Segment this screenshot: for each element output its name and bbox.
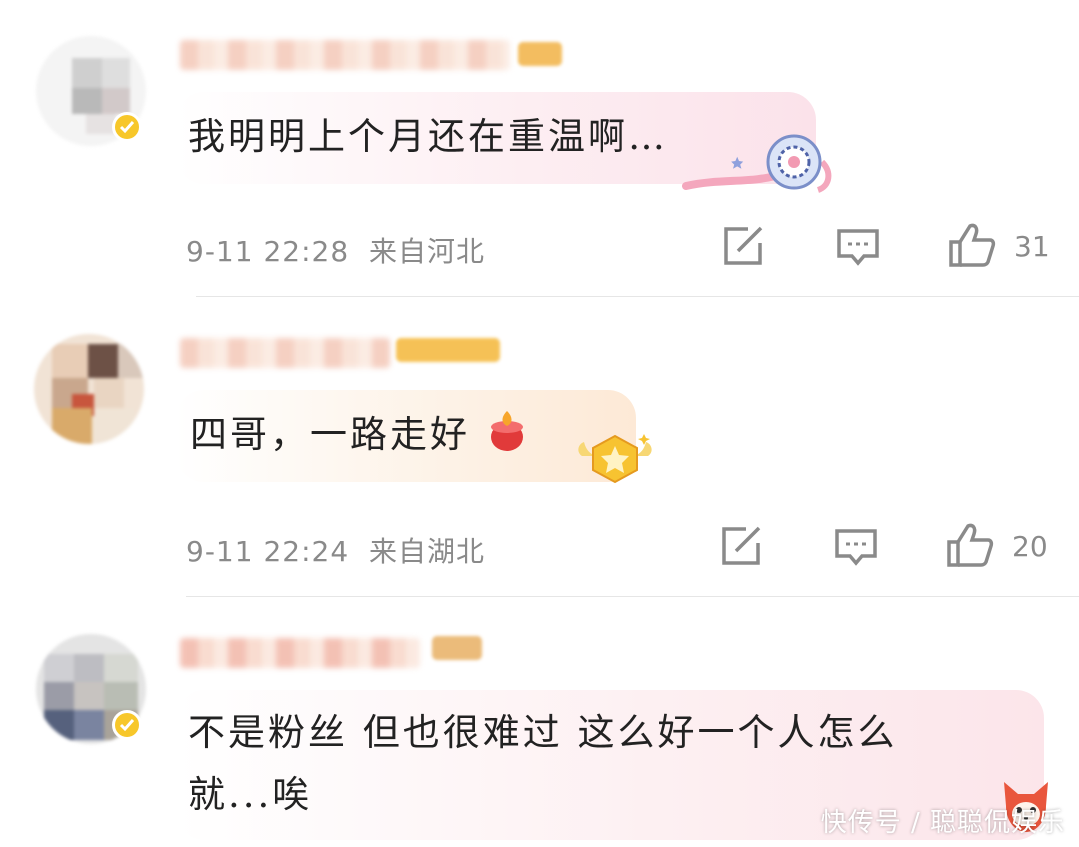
user-level-badge xyxy=(432,636,482,660)
comment-text: 我明明上个月还在重温啊… xyxy=(188,115,668,158)
comment-meta: 9-11 22:28 来自河北 xyxy=(186,230,485,270)
username-blurred[interactable] xyxy=(180,338,390,368)
star-medal-decoration-icon xyxy=(578,434,652,484)
user-level-badge xyxy=(518,42,562,66)
share-icon[interactable] xyxy=(722,226,764,266)
comment-text: 四哥，一路走好 xyxy=(190,404,527,466)
verified-badge-icon xyxy=(112,112,142,142)
thumbs-up-icon[interactable] xyxy=(948,222,996,268)
comment-meta: 9-11 22:24 来自湖北 xyxy=(186,530,485,570)
comment-text-line2: 就...唉 xyxy=(188,773,313,816)
username-blurred[interactable] xyxy=(180,40,510,70)
comment-item: 不是粉丝 但也很难过 这么好一个人怎么 就...唉 快传号 / 聪聪侃娱乐 xyxy=(0,598,1079,847)
like-count: 31 xyxy=(1014,230,1050,263)
bubble-ribbon-decoration-icon xyxy=(682,134,832,193)
watermark: 快传号 / 聪聪侃娱乐 xyxy=(820,808,1065,838)
user-level-badge xyxy=(396,338,500,362)
comment-item: 四哥，一路走好 9-11 22:24 来自湖北 20 xyxy=(0,298,1079,598)
candle-emoji-icon xyxy=(490,411,523,451)
comment-text-line1: 不是粉丝 但也很难过 这么好一个人怎么 xyxy=(188,711,898,754)
comment-time: 9-11 22:28 xyxy=(186,235,350,268)
comment-icon[interactable] xyxy=(836,228,880,268)
divider xyxy=(186,596,1079,597)
avatar[interactable] xyxy=(34,334,144,444)
comment-location: 来自湖北 xyxy=(369,535,486,568)
comment-item: 我明明上个月还在重温啊… 9-11 22:28 来自河北 31 xyxy=(0,0,1079,298)
comment-text-content: 四哥，一路走好 xyxy=(190,413,470,456)
username-blurred[interactable] xyxy=(180,638,420,668)
comment-time: 9-11 22:24 xyxy=(186,535,350,568)
comment-icon[interactable] xyxy=(834,528,878,568)
thumbs-up-icon[interactable] xyxy=(946,522,994,568)
verified-badge-icon xyxy=(112,710,142,740)
comment-location: 来自河北 xyxy=(369,235,486,268)
share-icon[interactable] xyxy=(720,526,762,566)
divider xyxy=(196,296,1079,297)
like-count: 20 xyxy=(1012,530,1048,563)
